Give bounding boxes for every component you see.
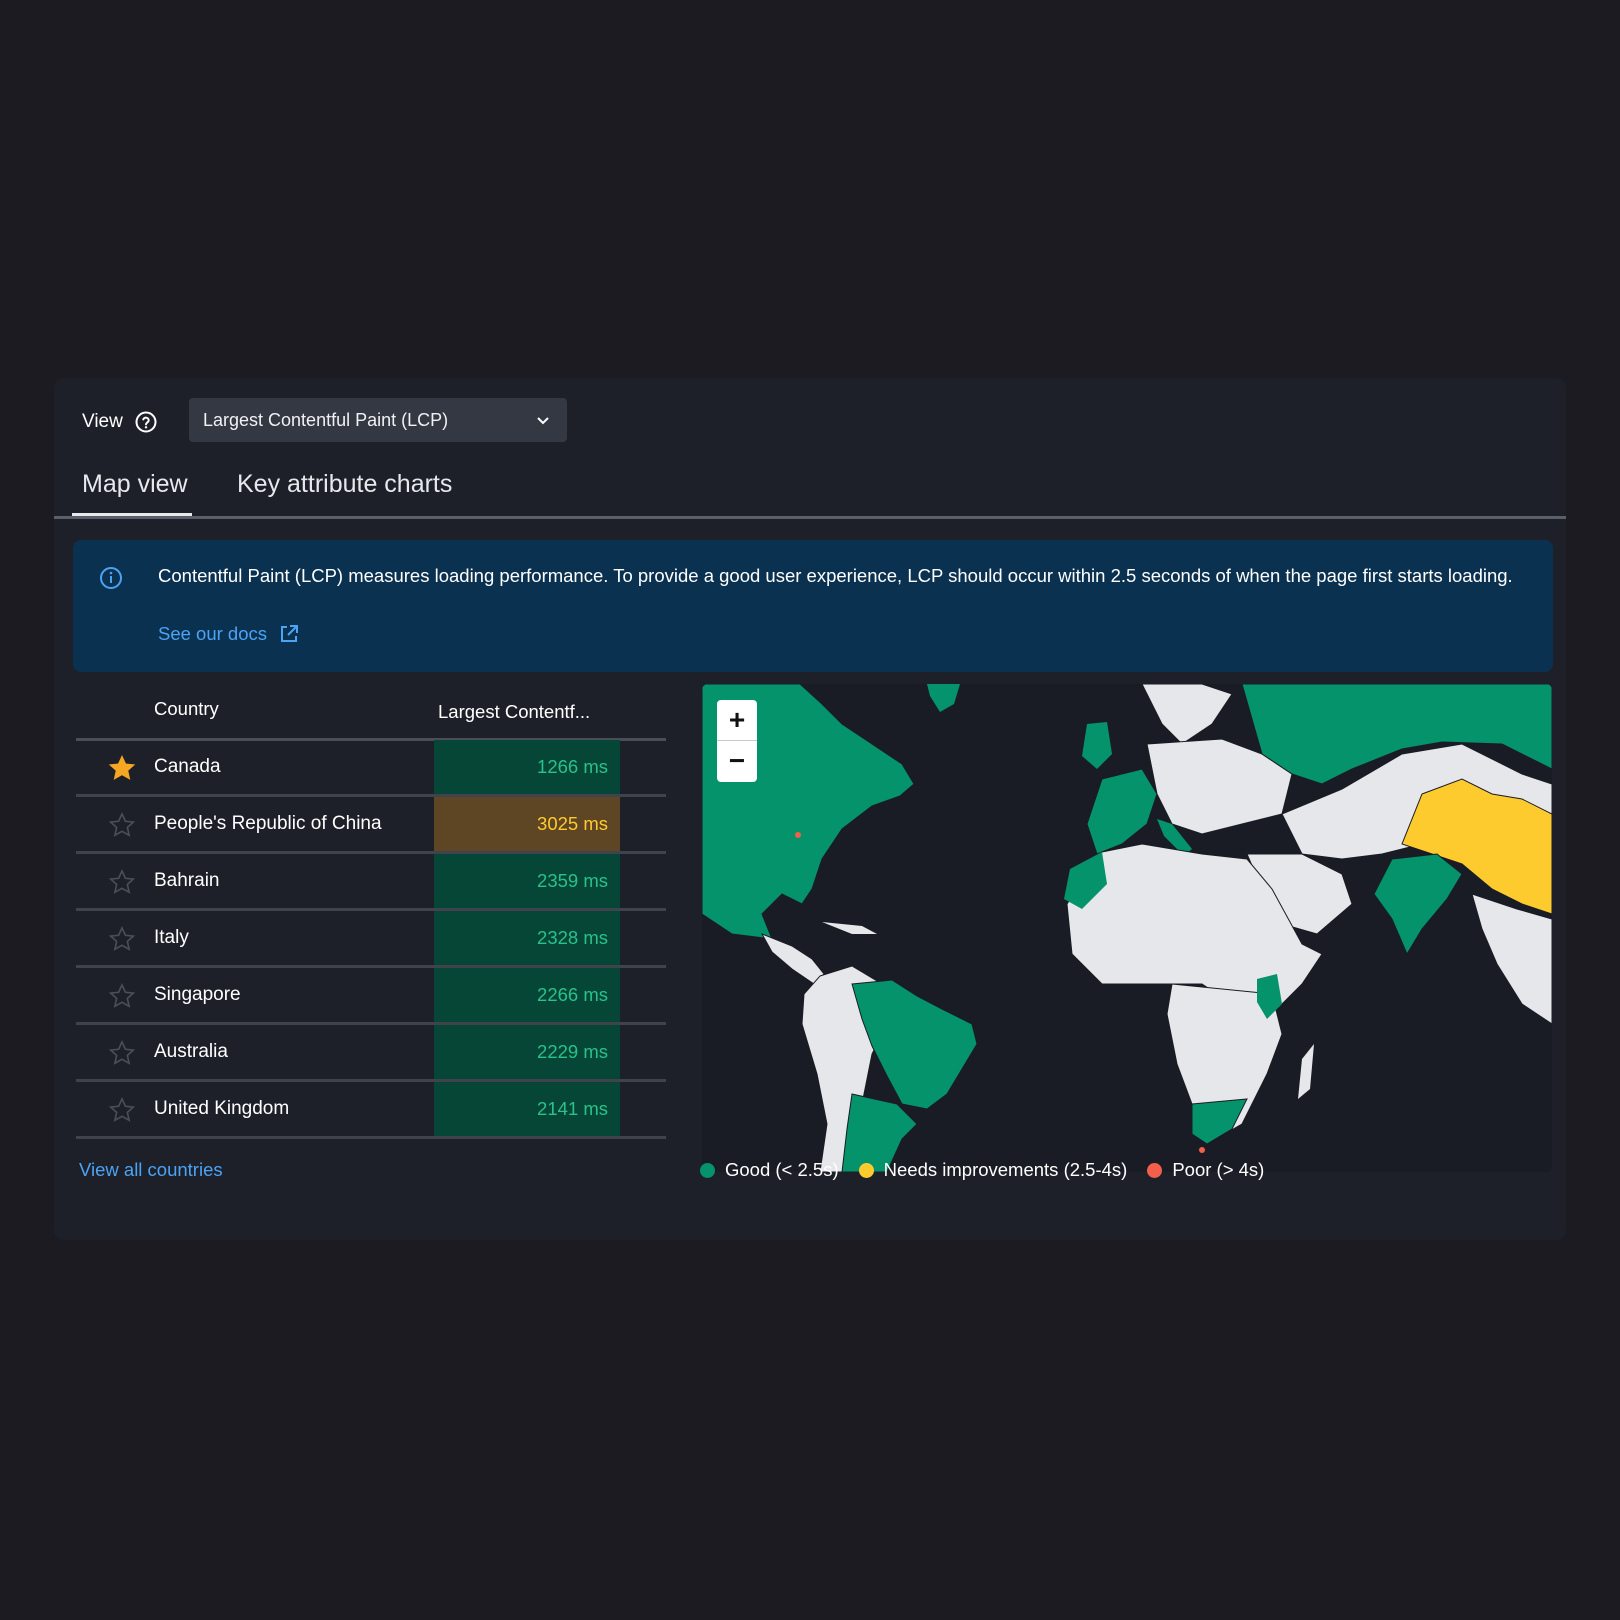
legend-label: Poor (> 4s) [1172, 1159, 1265, 1180]
view-row: View [82, 400, 157, 444]
table-row[interactable]: United Kingdom 2141 ms [76, 1082, 666, 1139]
country-name: People's Republic of China [154, 813, 382, 834]
lcp-value: 2229 ms [434, 1025, 620, 1079]
info-icon [100, 567, 122, 589]
country-name: Italy [154, 927, 189, 948]
lcp-value: 2328 ms [434, 911, 620, 965]
info-text: Contentful Paint (LCP) measures loading … [158, 565, 1513, 586]
legend-item: Needs improvements (2.5-4s) [858, 1159, 1128, 1181]
table-row[interactable]: Australia 2229 ms [76, 1025, 666, 1082]
column-header-country[interactable]: Country [154, 698, 219, 720]
external-link-icon [281, 625, 299, 642]
favorite-star-icon[interactable] [108, 982, 136, 1010]
world-map-svg[interactable] [702, 684, 1552, 1172]
chevron-down-icon [537, 417, 549, 425]
legend-item: Poor (> 4s) [1147, 1159, 1264, 1181]
table-row[interactable]: Canada 1266 ms [76, 740, 666, 797]
zoom-controls: + − [717, 700, 757, 782]
lcp-value: 2141 ms [434, 1082, 620, 1136]
lcp-value: 2266 ms [434, 968, 620, 1022]
tab-key-attribute-charts[interactable]: Key attribute charts [237, 470, 452, 499]
legend-dot [700, 1162, 715, 1178]
see-docs-link[interactable]: See our docs [158, 623, 299, 645]
legend-label: Needs improvements (2.5-4s) [883, 1159, 1128, 1180]
favorite-star-icon[interactable] [108, 925, 136, 953]
legend-label: Good (< 2.5s) [725, 1159, 839, 1180]
country-name: Australia [154, 1041, 228, 1062]
info-banner: Contentful Paint (LCP) measures loading … [73, 540, 1553, 672]
favorite-star-icon[interactable] [108, 868, 136, 896]
see-docs-label: See our docs [158, 623, 268, 644]
favorite-star-icon[interactable] [108, 1096, 136, 1124]
table-row[interactable]: Bahrain 2359 ms [76, 854, 666, 911]
country-name: Singapore [154, 984, 241, 1005]
table-row[interactable]: Singapore 2266 ms [76, 968, 666, 1025]
lcp-value: 3025 ms [434, 797, 620, 851]
tab-map-view[interactable]: Map view [72, 470, 192, 516]
table-row[interactable]: People's Republic of China 3025 ms [76, 797, 666, 854]
country-name: United Kingdom [154, 1098, 290, 1119]
world-map[interactable]: + − [702, 684, 1552, 1172]
view-select[interactable]: Largest Contentful Paint (LCP) [189, 398, 567, 442]
lcp-value: 2359 ms [434, 854, 620, 908]
poor-marker [1199, 1147, 1205, 1153]
table-row[interactable]: Italy 2328 ms [76, 911, 666, 968]
favorite-star-icon[interactable] [108, 1039, 136, 1067]
legend-dot [1147, 1162, 1163, 1178]
legend-dot [858, 1162, 874, 1178]
help-icon[interactable] [135, 411, 157, 433]
zoom-in-button[interactable]: + [717, 700, 757, 740]
tab-bar: Map view Key attribute charts [54, 470, 1566, 519]
view-label: View [82, 411, 123, 432]
view-select-value: Largest Contentful Paint (LCP) [203, 409, 449, 430]
lcp-panel: View Largest Contentful Paint (LCP) Map … [54, 378, 1566, 1240]
country-name: Canada [154, 756, 221, 777]
poor-marker [795, 832, 801, 838]
lcp-value: 1266 ms [434, 740, 620, 794]
favorite-star-icon[interactable] [108, 754, 136, 782]
country-name: Bahrain [154, 870, 220, 891]
view-all-countries-link[interactable]: View all countries [79, 1159, 223, 1181]
favorite-star-icon[interactable] [108, 811, 136, 839]
legend-item: Good (< 2.5s) [700, 1159, 839, 1181]
zoom-out-button[interactable]: − [717, 741, 757, 781]
column-header-metric[interactable]: Largest Contentf... [438, 701, 590, 723]
map-legend: Good (< 2.5s) Needs improvements (2.5-4s)… [700, 1159, 1284, 1181]
